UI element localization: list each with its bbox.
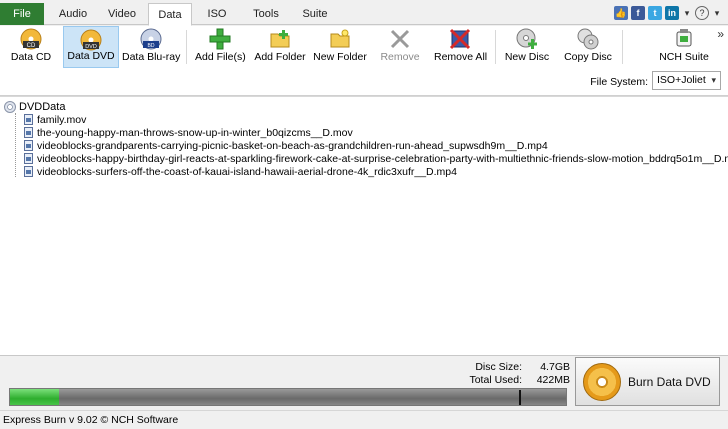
remove-all-icon [449,28,471,50]
tab-video[interactable]: Video [98,3,146,25]
add-files-button[interactable]: Add File(s) [195,26,246,68]
bottom-panel: Disc Size: 4.7GB Total Used: 422MB Burn … [0,357,728,409]
disc-usage-fill [10,389,59,405]
nch-suite-button[interactable]: NCH Suite [656,26,712,68]
filesystem-label: File System: [590,76,648,88]
tab-file[interactable]: File [0,3,44,25]
disc-size-value: 4.7GB [540,361,570,373]
tree-root-label: DVDData [19,100,66,113]
add-files-icon [209,28,231,50]
data-dvd-icon: DVD [80,29,102,51]
list-item[interactable]: family.mov [24,113,86,126]
toolbar: CD Data CD DVD Data DVD BD Data Blu-ray … [0,26,728,68]
list-item[interactable]: videoblocks-grandparents-carrying-picnic… [24,139,548,152]
add-folder-button[interactable]: Add Folder [254,26,306,68]
new-folder-button[interactable]: New Folder [313,26,367,68]
chevron-down-icon[interactable]: ▾ [682,8,692,19]
disc-size-label: Disc Size: [475,361,522,373]
filesystem-row: File System: ISO+Joliet ▾ [0,68,728,96]
copy-disc-button[interactable]: Copy Disc [562,26,614,68]
dropdown-icon[interactable]: ▾ [712,8,722,19]
linkedin-icon[interactable]: in [665,6,679,20]
list-item[interactable]: the-young-happy-man-throws-snow-up-in-wi… [24,126,353,139]
tree-connector [15,113,16,177]
video-file-icon [24,127,33,138]
express-burn-window: { "menu": { "tabs": ["File", "Audio", "V… [0,0,728,429]
new-disc-button[interactable]: New Disc [503,26,551,68]
filesystem-select[interactable]: ISO+Joliet ▾ [652,71,721,90]
file-name: the-young-happy-man-throws-snow-up-in-wi… [37,126,353,139]
remove-button[interactable]: Remove [377,26,423,68]
video-file-icon [24,153,33,164]
data-cd-label: Data CD [10,51,52,63]
new-folder-icon [330,29,350,48]
tab-audio[interactable]: Audio [50,3,96,25]
disc-icon [4,100,16,113]
data-bluray-label: Data Blu-ray [122,51,181,63]
video-file-icon [24,140,33,151]
remove-label: Remove [380,51,420,63]
tab-suite[interactable]: Suite [292,3,338,25]
data-cd-button[interactable]: CD Data CD [2,26,60,68]
nch-suite-icon [676,29,692,47]
remove-icon [390,29,410,49]
disc-contents-tree[interactable]: DVDData family.mov the-young-happy-man-t… [0,96,728,356]
add-folder-label: Add Folder [254,51,306,63]
burn-disc-icon [583,363,621,401]
filesystem-value: ISO+Joliet [657,74,706,86]
data-dvd-button[interactable]: DVD Data DVD [63,26,119,68]
data-bluray-icon: BD [140,28,162,50]
file-name: videoblocks-grandparents-carrying-picnic… [37,139,548,152]
svg-text:BD: BD [148,43,155,49]
toolbar-divider [495,30,496,64]
data-dvd-label: Data DVD [67,50,115,62]
tab-data[interactable]: Data [148,3,192,26]
tree-root[interactable]: DVDData [4,100,65,113]
list-item[interactable]: videoblocks-surfers-off-the-coast-of-kau… [24,165,457,178]
new-disc-label: New Disc [504,51,550,63]
disc-capacity-marker [519,390,521,405]
toolbar-divider [186,30,187,64]
social-links: 👍 f t in ▾ ? ▾ [614,5,722,21]
video-file-icon [24,166,33,177]
data-cd-icon: CD [20,28,42,50]
twitter-icon[interactable]: t [648,6,662,20]
file-name: videoblocks-happy-birthday-girl-reacts-a… [37,152,728,165]
tab-iso[interactable]: ISO [194,3,240,25]
file-name: videoblocks-surfers-off-the-coast-of-kau… [37,165,457,178]
remove-all-button[interactable]: Remove All [434,26,488,68]
video-file-icon [24,114,33,125]
list-item[interactable]: videoblocks-happy-birthday-girl-reacts-a… [24,152,728,165]
add-folder-icon [270,30,290,48]
copy-disc-label: Copy Disc [564,51,612,63]
total-used-value: 422MB [536,374,570,386]
disc-usage-bar [9,388,567,406]
file-name: family.mov [37,113,87,126]
toolbar-overflow-icon[interactable]: » [717,27,724,41]
help-icon[interactable]: ? [695,6,709,20]
burn-button-label: Burn Data DVD [628,375,711,389]
facebook-icon[interactable]: f [631,6,645,20]
thumbs-up-icon[interactable]: 👍 [614,6,628,20]
toolbar-divider [622,30,623,64]
burn-button[interactable]: Burn Data DVD [575,357,720,406]
data-bluray-button[interactable]: BD Data Blu-ray [122,26,180,68]
status-text: Express Burn v 9.02 © NCH Software [3,414,179,426]
status-bar: Express Burn v 9.02 © NCH Software [0,410,728,429]
total-used-label: Total Used: [469,374,522,386]
svg-text:CD: CD [27,43,36,49]
nch-suite-label: NCH Suite [659,51,709,63]
new-folder-label: New Folder [313,51,367,63]
menu-bar: File Audio Video Data ISO Tools Suite 👍 … [0,0,728,26]
remove-all-label: Remove All [434,51,488,63]
new-disc-icon [516,28,537,49]
add-files-label: Add File(s) [195,51,246,63]
copy-disc-icon [577,28,599,50]
chevron-down-icon: ▾ [711,75,716,85]
tab-tools[interactable]: Tools [242,3,290,25]
